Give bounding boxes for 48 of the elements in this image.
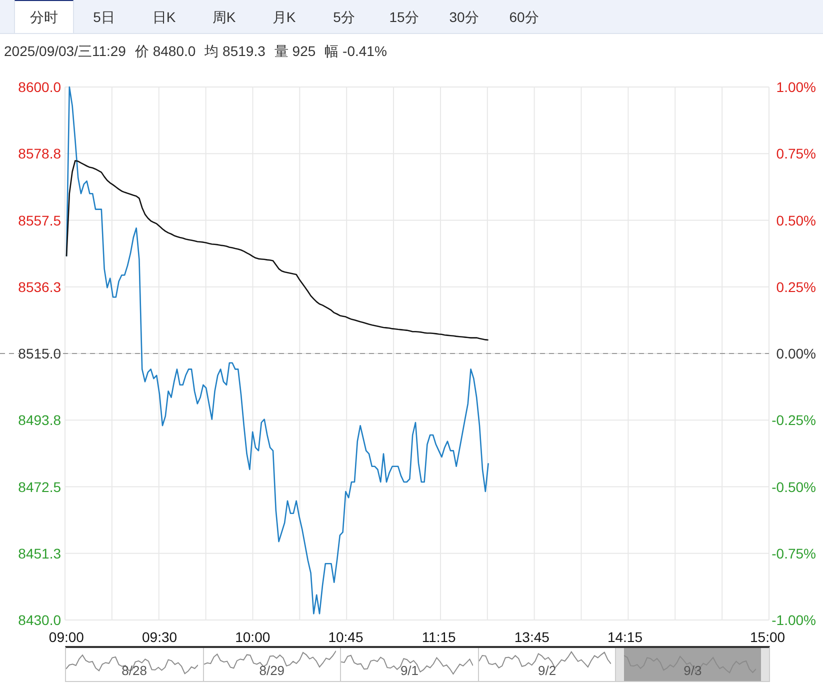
price-axis-label: 8430.0 [18,612,61,628]
percent-axis-label: 0.25% [776,278,816,295]
period-tab[interactable]: 15分 [374,0,434,33]
period-tab[interactable]: 日K [134,0,194,33]
price-axis-label: 8493.8 [18,412,61,428]
datetime-text: 2025/09/03/三11:29 [4,42,126,60]
percent-axis-label: 0.75% [776,146,816,162]
time-axis-label: 09:30 [142,629,178,645]
price-axis-label: 8451.3 [18,545,61,562]
navigator-day[interactable]: 9/1 [341,648,479,681]
day-label: 8/28 [122,662,147,680]
period-tab[interactable]: 月K [254,0,314,33]
navigator-day[interactable]: 8/29 [204,648,342,681]
time-axis-label: 09:00 [48,629,84,645]
quote-field: 幅 -0.41% [324,40,387,62]
price-axis-label: 8578.8 [18,146,61,162]
time-axis-label: 10:00 [235,629,270,645]
day-label: 8/29 [259,662,285,680]
percent-axis-label: 0.50% [776,212,816,228]
quote-field: 量 925 [274,40,316,62]
day-label: 9/3 [684,662,702,680]
price-axis-label: 8536.3 [18,278,61,295]
period-tab[interactable]: 5分 [314,0,374,33]
period-tab[interactable]: 60分 [494,0,554,33]
time-axis-label: 15:00 [750,629,786,645]
navigator-day[interactable]: 8/28 [66,648,204,681]
day-label: 9/1 [400,662,419,680]
price-axis-label: 8557.5 [18,212,61,228]
time-axis-label: 10:45 [328,629,364,645]
percent-axis-label: -0.25% [772,412,816,428]
period-tab[interactable]: 30分 [434,0,494,33]
time-axis-label: 13:45 [514,629,550,645]
time-axis-label: 11:15 [422,629,456,645]
price-axis-label: 8472.5 [18,478,61,495]
percent-axis-label: 0.00% [776,346,816,362]
percent-axis-label: 1.00% [776,79,816,95]
percent-axis-label: -0.75% [772,545,816,562]
time-axis-label: 14:15 [607,629,643,645]
quote-field: 均 8519.3 [204,40,266,62]
quote-field: 价 8480.0 [134,40,196,62]
percent-axis-label: -0.50% [772,478,816,495]
period-tab[interactable]: 5日 [74,0,134,33]
period-tab[interactable]: 分时 [14,0,74,33]
price-axis-label: 8515.0 [18,346,61,362]
period-tab[interactable]: 周K [194,0,254,33]
price-axis-label: 8600.0 [18,79,61,95]
percent-axis-label: -1.00% [772,612,816,628]
day-label: 9/2 [538,662,556,680]
